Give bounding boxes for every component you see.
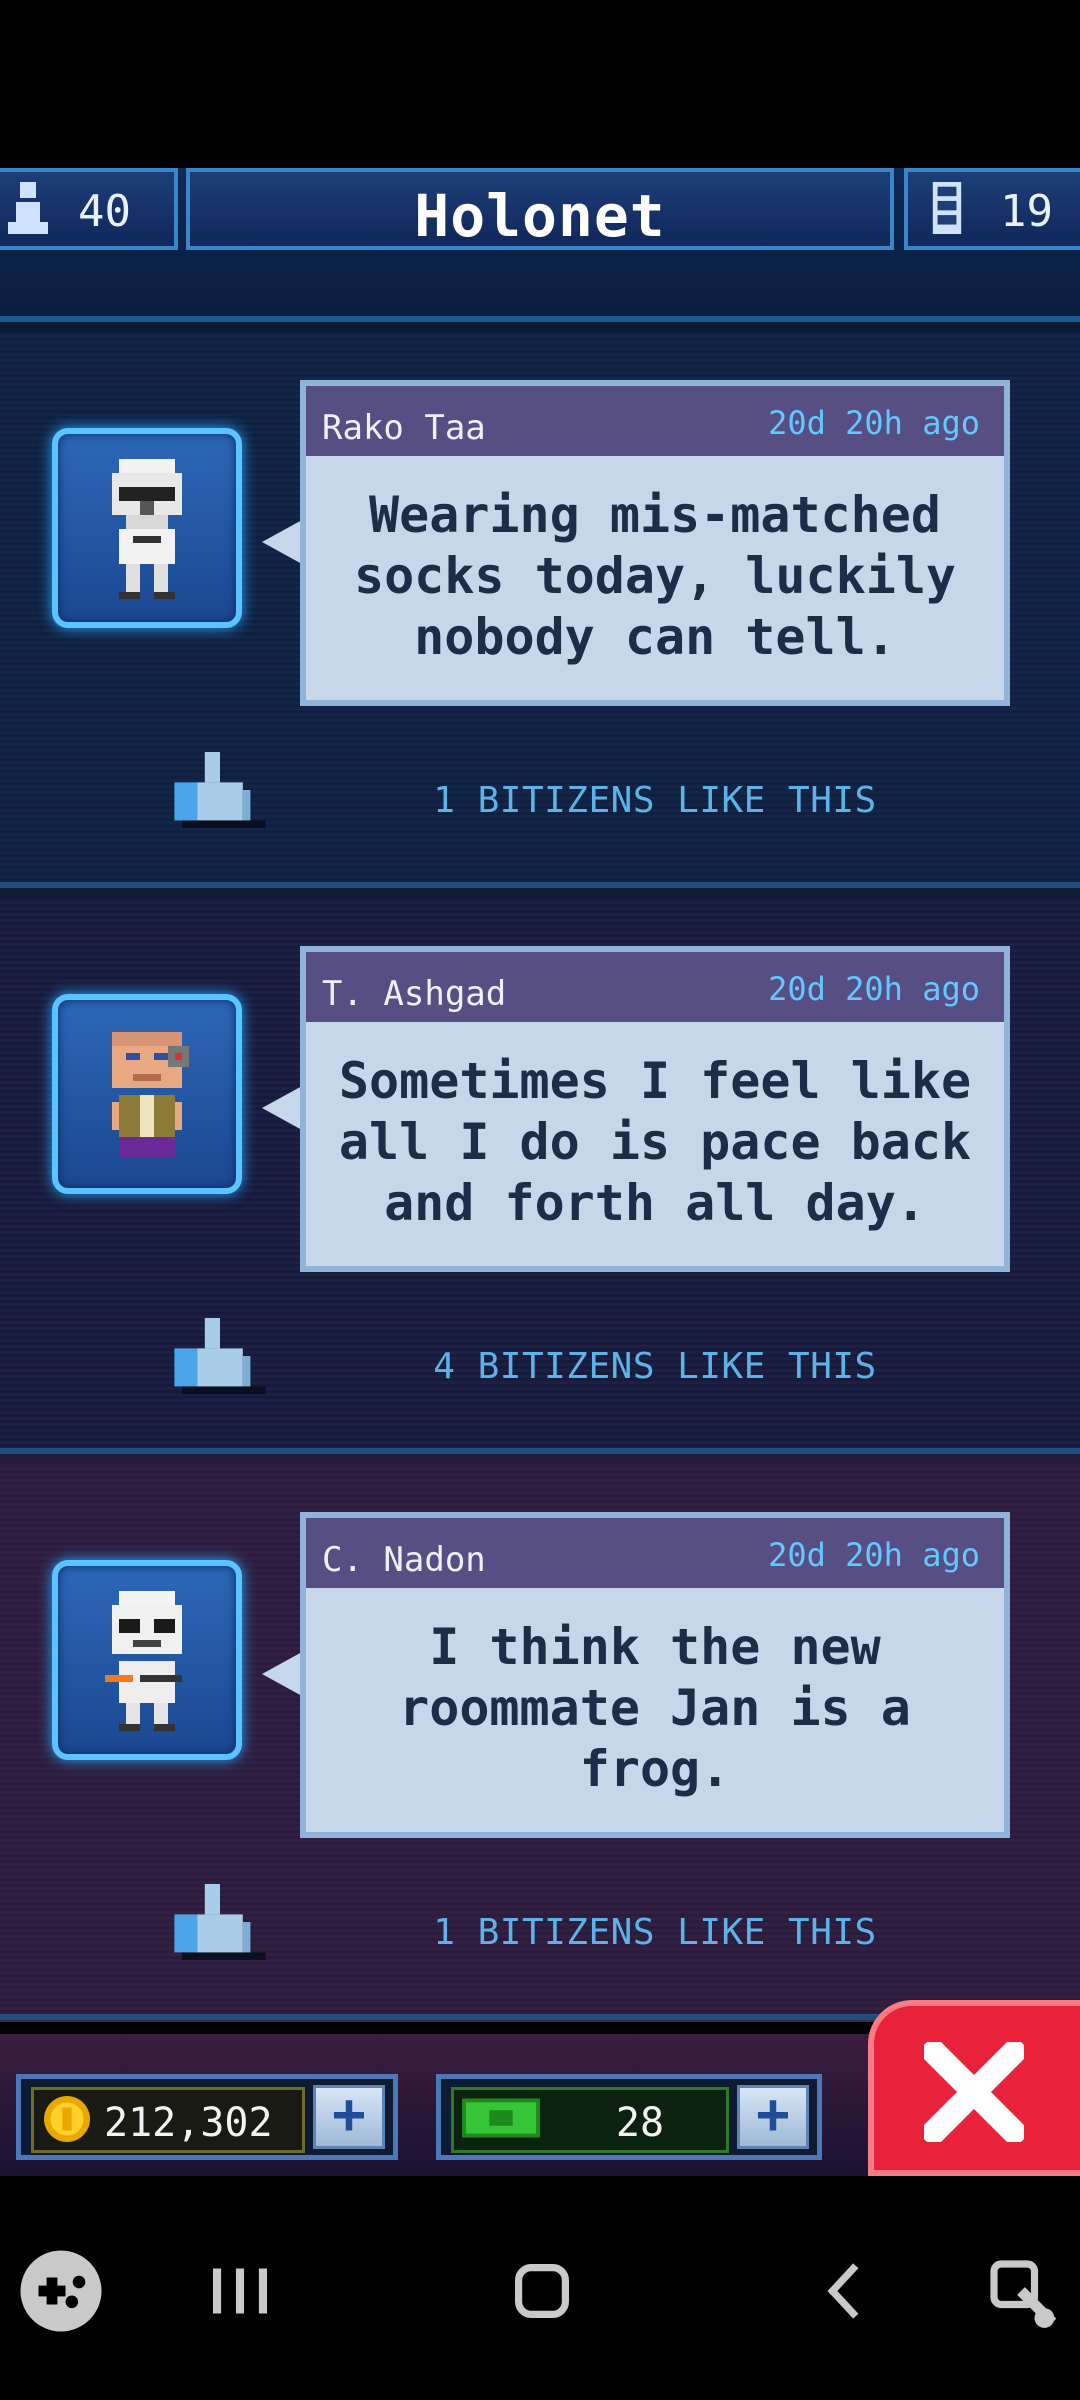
avatar[interactable]	[52, 1560, 242, 1760]
post-divider	[0, 882, 1080, 888]
back-icon[interactable]	[800, 2246, 890, 2336]
thumbs-up-icon[interactable]	[172, 1318, 268, 1394]
title-panel: Holonet	[186, 168, 894, 250]
post-timestamp: 20d 20h ago	[768, 404, 980, 442]
coin-counter: 212,302 +	[16, 2074, 398, 2160]
bubble-pointer	[262, 1652, 302, 1696]
population-counter[interactable]: 40	[0, 168, 178, 250]
bux-display: 28	[451, 2087, 729, 2153]
add-coins-button[interactable]: +	[313, 2085, 385, 2149]
post-timestamp: 20d 20h ago	[768, 970, 980, 1008]
post-author: Rako Taa	[322, 408, 486, 448]
bux-counter: 28 +	[436, 2074, 822, 2160]
game-launcher-icon[interactable]	[16, 2246, 106, 2336]
coin-icon	[44, 2096, 90, 2142]
home-icon[interactable]	[497, 2246, 587, 2336]
screen-lock-icon[interactable]	[976, 2246, 1066, 2336]
floor-icon	[932, 182, 962, 234]
post-card: C. Nadon 20d 20h ago I think the new roo…	[0, 1464, 1080, 2020]
bubble-header: T. Ashgad 20d 20h ago	[306, 952, 1004, 1022]
bubble-pointer	[262, 1086, 302, 1130]
add-bux-button[interactable]: +	[737, 2085, 809, 2149]
post-card: T. Ashgad 20d 20h ago Sometimes I feel l…	[0, 898, 1080, 1454]
coin-display: 212,302	[31, 2087, 305, 2153]
coin-amount: 212,302	[104, 2100, 273, 2146]
likes-count: 1 BITIZENS LIKE THIS	[433, 1912, 877, 1953]
post-divider	[0, 1448, 1080, 1454]
likes-count: 1 BITIZENS LIKE THIS	[433, 780, 877, 821]
thumbs-up-icon[interactable]	[172, 1884, 268, 1960]
post-message: Sometimes I feel like all I do is pace b…	[338, 1051, 972, 1232]
floor-counter[interactable]: 19	[904, 168, 1080, 250]
system-navigation-bar	[0, 2176, 1080, 2400]
bubble-header: Rako Taa 20d 20h ago	[306, 386, 1004, 456]
population-count: 40	[78, 186, 131, 237]
message-bubble: T. Ashgad 20d 20h ago Sometimes I feel l…	[300, 946, 1010, 1272]
close-icon	[924, 2042, 1024, 2142]
top-bar: 40 Holonet 19	[0, 168, 1080, 322]
message-bubble: C. Nadon 20d 20h ago I think the new roo…	[300, 1512, 1010, 1838]
holonet-feed[interactable]: Rako Taa 20d 20h ago Wearing mis-matched…	[0, 322, 1080, 2022]
floor-count: 19	[1000, 186, 1053, 237]
likes-count: 4 BITIZENS LIKE THIS	[433, 1346, 877, 1387]
thumbs-up-icon[interactable]	[172, 752, 268, 828]
post-message: Wearing mis-matched socks today, luckily…	[353, 485, 957, 666]
recent-apps-icon[interactable]	[195, 2246, 285, 2336]
bux-amount: 28	[615, 2100, 665, 2146]
post-author: C. Nadon	[322, 1540, 486, 1580]
page-title: Holonet	[414, 182, 666, 250]
post-author: T. Ashgad	[322, 974, 507, 1014]
post-message: I think the new roommate Jan is a frog.	[399, 1617, 911, 1798]
stormtrooper-avatar-icon	[105, 1591, 182, 1731]
bubble-header: C. Nadon 20d 20h ago	[306, 1518, 1004, 1588]
post-timestamp: 20d 20h ago	[768, 1536, 980, 1574]
person-icon	[8, 182, 48, 234]
cyborg-avatar-icon	[112, 1032, 189, 1158]
avatar[interactable]	[52, 428, 242, 628]
message-bubble: Rako Taa 20d 20h ago Wearing mis-matched…	[300, 380, 1010, 706]
avatar[interactable]	[52, 994, 242, 1194]
bubble-pointer	[262, 520, 302, 564]
post-card: Rako Taa 20d 20h ago Wearing mis-matched…	[0, 332, 1080, 888]
scout-trooper-avatar-icon	[112, 459, 182, 599]
close-button[interactable]	[868, 2000, 1080, 2176]
bux-icon	[462, 2098, 540, 2138]
